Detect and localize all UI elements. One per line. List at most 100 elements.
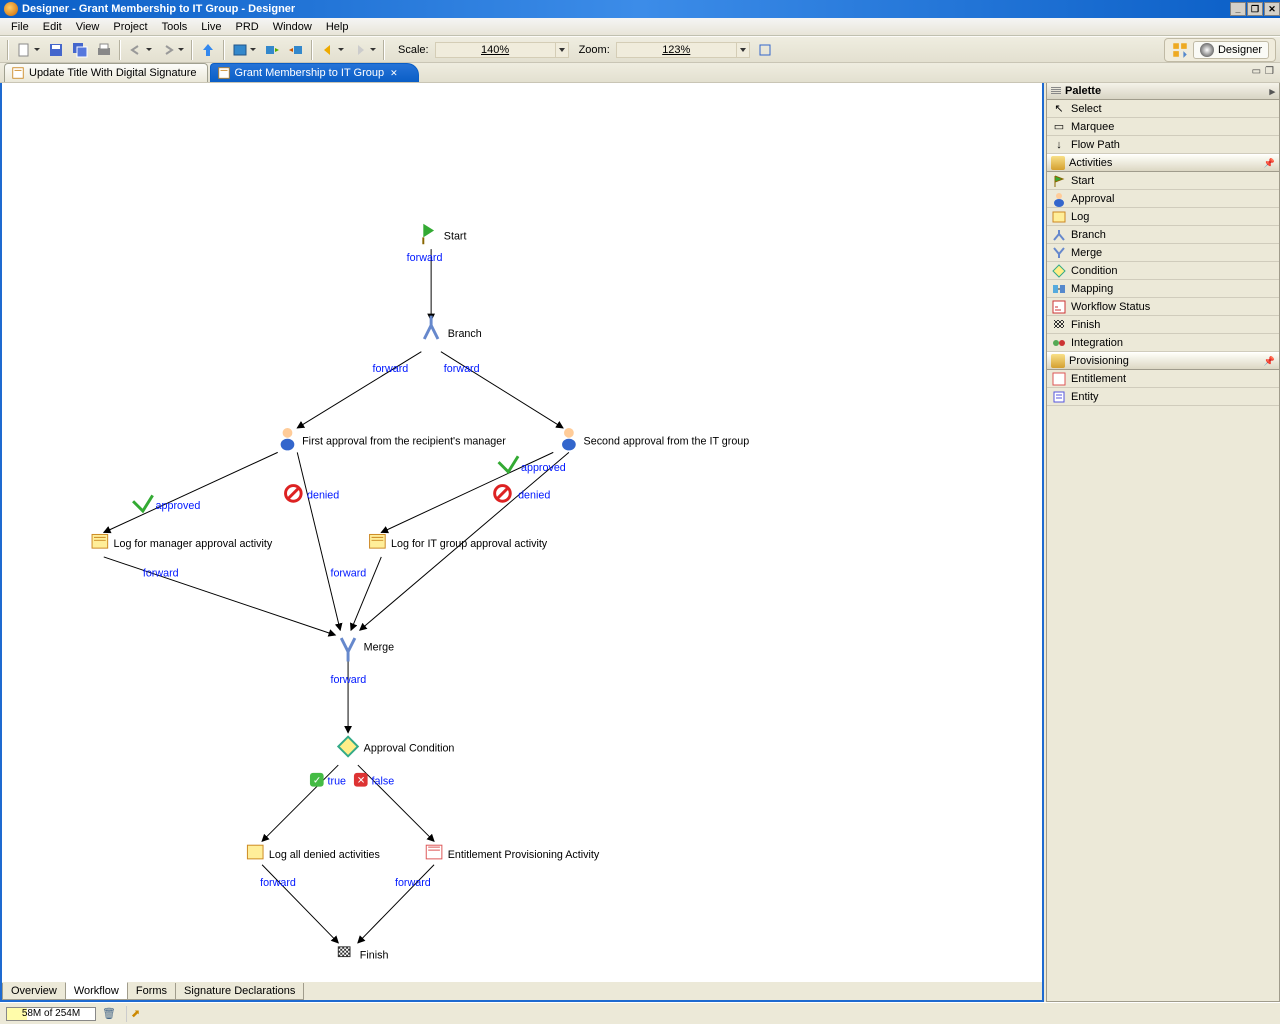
palette-panel: Palette ▸ ↖Select ▭Marquee ↓Flow Path Ac…: [1046, 83, 1280, 1002]
main-toolbar: Scale: 140% Zoom: 123% Designer: [0, 36, 1280, 63]
palette-item-label: Log: [1071, 211, 1089, 223]
btab-workflow[interactable]: Workflow: [65, 982, 128, 1000]
palette-activity-status[interactable]: Workflow Status: [1047, 298, 1279, 316]
palette-prov-entity[interactable]: Entity: [1047, 388, 1279, 406]
perspective-label: Designer: [1218, 44, 1262, 56]
scale-label: Scale:: [398, 44, 429, 56]
palette-item-label: Condition: [1071, 265, 1117, 277]
btab-overview[interactable]: Overview: [2, 983, 66, 1000]
node-condition[interactable]: Approval Condition: [338, 737, 454, 757]
chevron-right-icon[interactable]: ▸: [1269, 85, 1275, 98]
save-button[interactable]: [45, 39, 67, 61]
diamond-icon: [1051, 263, 1067, 279]
palette-tool-marquee[interactable]: ▭Marquee: [1047, 118, 1279, 136]
node-start[interactable]: Start: [423, 224, 466, 245]
tab-label: Grant Membership to IT Group: [235, 67, 385, 79]
node-label: Log for IT group approval activity: [391, 538, 548, 550]
window-title: Designer - Grant Membership to IT Group …: [22, 3, 295, 15]
close-icon[interactable]: ✕: [390, 68, 398, 79]
node-entitlement[interactable]: Entitlement Provisioning Activity: [426, 845, 600, 861]
zoom-dropdown[interactable]: [736, 42, 750, 58]
minimize-view-icon[interactable]: ▭: [1252, 66, 1261, 77]
palette-activity-log[interactable]: Log: [1047, 208, 1279, 226]
zoom-input[interactable]: 123%: [616, 42, 736, 58]
export-button[interactable]: [285, 39, 307, 61]
save-all-button[interactable]: [69, 39, 91, 61]
checkered-flag-icon: [1051, 317, 1067, 333]
memory-gauge[interactable]: 58M of 254M: [6, 1007, 96, 1021]
log-icon: [1051, 209, 1067, 225]
palette-activity-finish[interactable]: Finish: [1047, 316, 1279, 334]
new-button[interactable]: [13, 39, 43, 61]
menu-window[interactable]: Window: [266, 21, 319, 33]
palette-prov-entitlement[interactable]: Entitlement: [1047, 370, 1279, 388]
node-log2[interactable]: Log for IT group approval activity: [370, 534, 548, 550]
palette-item-label: Start: [1071, 175, 1094, 187]
node-branch[interactable]: Branch: [424, 316, 481, 340]
merge-icon: [1051, 245, 1067, 261]
deploy-button[interactable]: [197, 39, 219, 61]
menu-help[interactable]: Help: [319, 21, 356, 33]
open-perspective-button[interactable]: [1171, 41, 1189, 59]
palette-activity-integration[interactable]: Integration: [1047, 334, 1279, 352]
palette-activity-condition[interactable]: Condition: [1047, 262, 1279, 280]
node-label: Merge: [364, 642, 394, 654]
palette-item-label: Marquee: [1071, 121, 1114, 133]
palette-activity-start[interactable]: Start: [1047, 172, 1279, 190]
node-finish[interactable]: Finish: [338, 947, 388, 962]
pin-icon[interactable]: 📌: [1264, 158, 1275, 169]
workflow-canvas[interactable]: Start forward Branch forward forward Fir…: [2, 83, 1042, 982]
maximize-view-icon[interactable]: ❐: [1265, 66, 1274, 77]
menu-project[interactable]: Project: [106, 21, 154, 33]
menu-file[interactable]: File: [4, 21, 36, 33]
back-button[interactable]: [317, 39, 347, 61]
palette-activity-merge[interactable]: Merge: [1047, 244, 1279, 262]
scale-input[interactable]: 140%: [435, 42, 555, 58]
btab-sigdecl[interactable]: Signature Declarations: [175, 983, 304, 1000]
restore-button[interactable]: ❐: [1247, 2, 1263, 16]
node-merge[interactable]: Merge: [341, 638, 394, 661]
node-label: Log all denied activities: [269, 849, 380, 861]
trash-icon[interactable]: 🗑: [102, 1007, 116, 1021]
flow-label: forward: [395, 877, 431, 889]
node-approval1[interactable]: First approval from the recipient's mana…: [281, 428, 507, 450]
entity-icon: [1051, 389, 1067, 405]
undo-button[interactable]: [125, 39, 155, 61]
tab-grant-membership[interactable]: Grant Membership to IT Group ✕: [210, 63, 419, 82]
menu-view[interactable]: View: [69, 21, 107, 33]
zoom-tool-button[interactable]: [754, 39, 776, 61]
palette-tool-flowpath[interactable]: ↓Flow Path: [1047, 136, 1279, 154]
palette-tool-select[interactable]: ↖Select: [1047, 100, 1279, 118]
palette-activity-branch[interactable]: Branch: [1047, 226, 1279, 244]
entitlement-icon: [1051, 371, 1067, 387]
menu-prd[interactable]: PRD: [228, 21, 265, 33]
pin-icon[interactable]: 📌: [1264, 356, 1275, 367]
minimize-button[interactable]: _: [1230, 2, 1246, 16]
close-button[interactable]: ✕: [1264, 2, 1280, 16]
palette-activity-approval[interactable]: Approval: [1047, 190, 1279, 208]
print-button[interactable]: [93, 39, 115, 61]
workspace-button[interactable]: [229, 39, 259, 61]
flow-label: forward: [330, 567, 366, 579]
import-button[interactable]: [261, 39, 283, 61]
node-log3[interactable]: Log all denied activities: [247, 845, 379, 861]
btab-forms[interactable]: Forms: [127, 983, 176, 1000]
person-icon: [1051, 191, 1067, 207]
node-approval2[interactable]: Second approval from the IT group: [562, 428, 749, 450]
palette-section-activities[interactable]: Activities📌: [1047, 154, 1279, 172]
palette-header[interactable]: Palette ▸: [1047, 83, 1279, 100]
palette-activity-mapping[interactable]: Mapping: [1047, 280, 1279, 298]
redo-button[interactable]: [157, 39, 187, 61]
forward-button[interactable]: [349, 39, 379, 61]
palette-section-provisioning[interactable]: Provisioning📌: [1047, 352, 1279, 370]
menu-tools[interactable]: Tools: [155, 21, 195, 33]
tab-update-title[interactable]: Update Title With Digital Signature: [4, 63, 208, 82]
menu-live[interactable]: Live: [194, 21, 228, 33]
node-log1[interactable]: Log for manager approval activity: [92, 534, 273, 550]
node-label: First approval from the recipient's mana…: [302, 436, 506, 448]
menu-edit[interactable]: Edit: [36, 21, 69, 33]
perspective-designer[interactable]: Designer: [1193, 41, 1269, 59]
flow-label: true: [328, 776, 347, 788]
editor-tabbar: Update Title With Digital Signature Gran…: [0, 63, 1280, 83]
scale-dropdown[interactable]: [555, 42, 569, 58]
